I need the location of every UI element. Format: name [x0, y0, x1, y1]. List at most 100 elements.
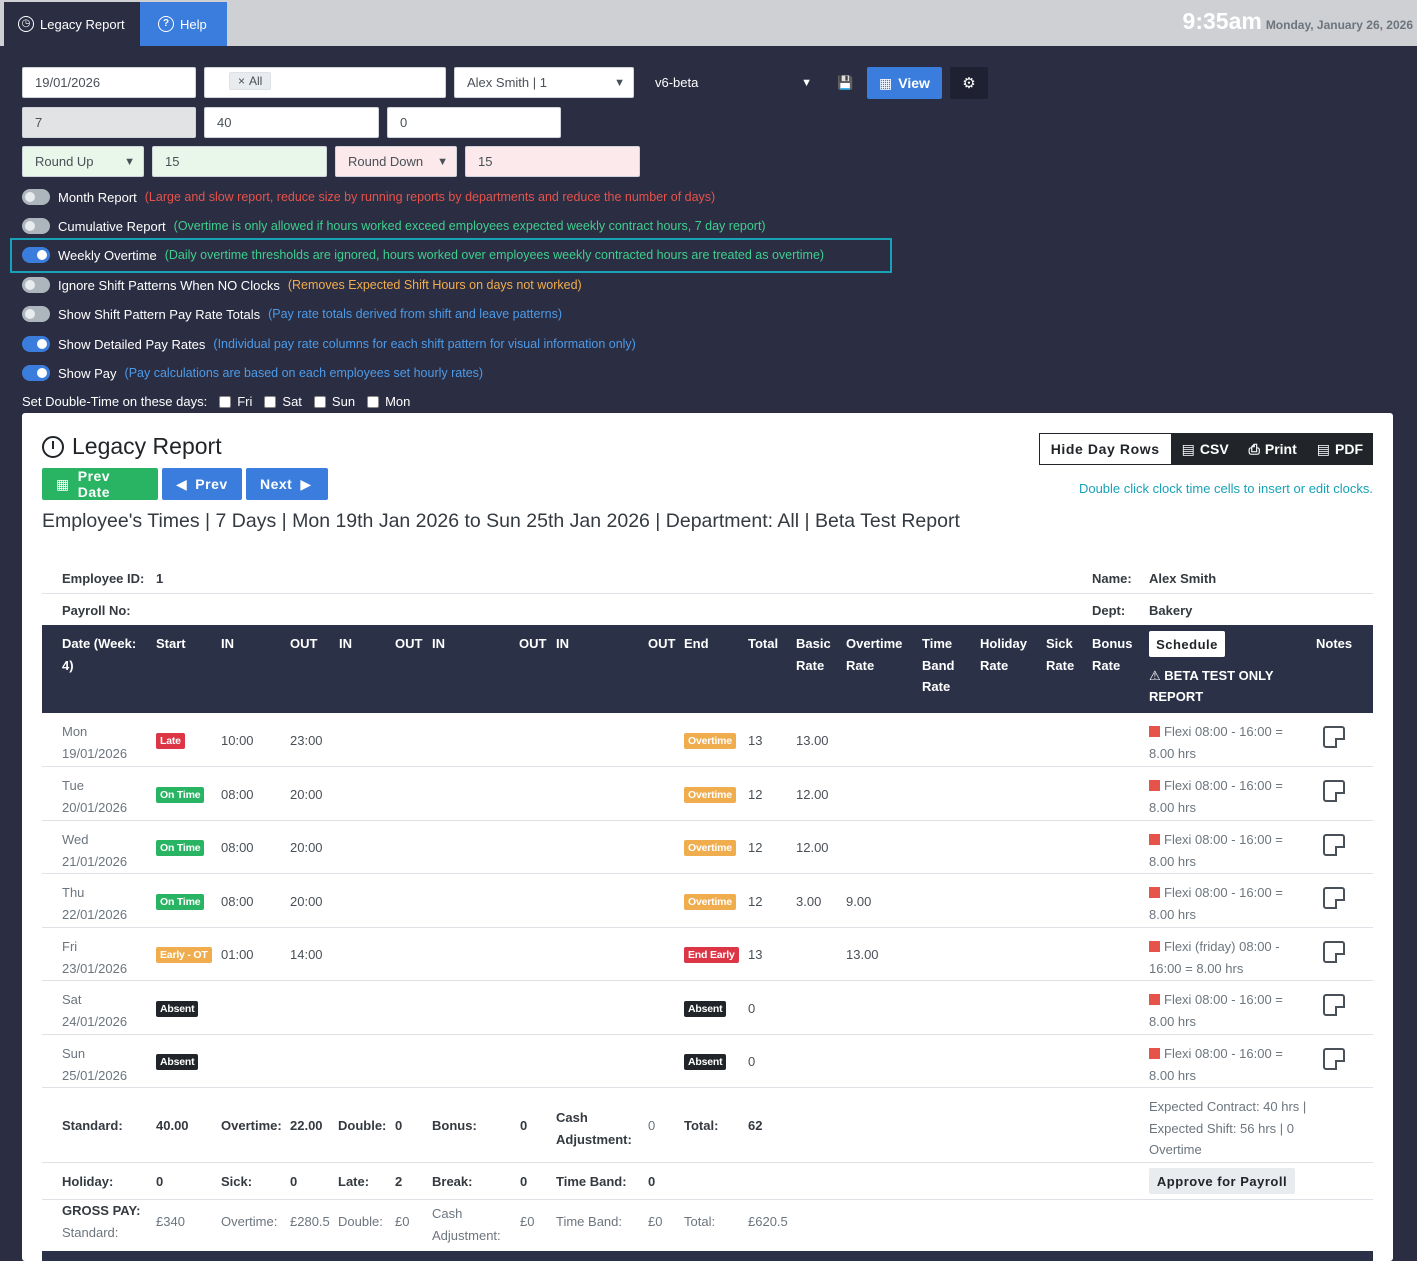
days-input[interactable]: 7	[22, 107, 196, 138]
department-chip[interactable]: × All	[229, 72, 272, 90]
toggle-switch[interactable]	[22, 218, 50, 234]
csv-label: CSV	[1199, 441, 1229, 457]
col-in: IN	[221, 636, 234, 651]
clock-out-cell[interactable]: 20:00	[290, 840, 323, 855]
pdf-icon: ▤	[1316, 440, 1330, 457]
note-icon[interactable]	[1323, 1048, 1345, 1070]
row-date: Fri 23/01/2026	[62, 936, 127, 979]
checkbox-sun[interactable]	[313, 395, 326, 408]
shift-color-marker	[1149, 941, 1160, 952]
toggle-cumulative-report[interactable]: Cumulative Report (Overtime is only allo…	[22, 215, 766, 237]
tab-legacy-report[interactable]: ◷ Legacy Report	[4, 2, 140, 46]
version-select[interactable]: v6-beta ▼	[642, 67, 821, 98]
table-row: Sun 25/01/2026 Absent Absent 0 Flexi 08:0…	[42, 1035, 1373, 1088]
hide-day-rows-label: Hide Day Rows	[1050, 441, 1160, 457]
note-icon[interactable]	[1323, 941, 1345, 963]
row-overtime-rate: 9.00	[846, 894, 872, 909]
row-day: Mon	[62, 724, 88, 739]
current-date: Monday, January 26, 2026	[1265, 18, 1413, 32]
report-title: Legacy Report	[42, 433, 222, 460]
checkbox-sat[interactable]	[264, 395, 277, 408]
row-date-value: 24/01/2026	[62, 1013, 128, 1029]
round-up-select[interactable]: Round Up ▼	[22, 146, 144, 177]
clock-in-cell[interactable]: 01:00	[221, 947, 254, 962]
row-total: 12	[748, 894, 763, 909]
toggle-shift-pattern-totals[interactable]: Show Shift Pattern Pay Rate Totals (Pay …	[22, 303, 562, 325]
table-header: Date (Week: 4) Start IN OUT IN OUT IN OU…	[42, 625, 1373, 713]
note-icon[interactable]	[1323, 887, 1345, 909]
schedule-label: Schedule	[1156, 636, 1218, 652]
clock-in-cell[interactable]: 10:00	[221, 733, 254, 748]
note-icon[interactable]	[1323, 726, 1345, 748]
start-date-input[interactable]: 19/01/2026	[22, 67, 196, 98]
clock-in-cell[interactable]: 08:00	[221, 840, 254, 855]
col-time-band-rate: Time Band Rate	[922, 636, 955, 694]
alarm-clock-icon	[42, 435, 64, 458]
row-total: 0	[748, 1001, 756, 1016]
print-button[interactable]: ⎙ Print	[1238, 433, 1307, 465]
double-value: 0	[395, 1118, 403, 1133]
employee-select[interactable]: Alex Smith | 1 ▼	[454, 67, 634, 98]
contract-hours-input[interactable]: 40	[204, 107, 379, 138]
schedule-button[interactable]: Schedule	[1149, 631, 1225, 657]
view-button[interactable]: ▦ View	[867, 67, 942, 99]
clock-in-cell[interactable]: 08:00	[221, 787, 254, 802]
row-date: Thu 22/01/2026	[62, 882, 127, 925]
col-bonus-rate: Bonus Rate	[1092, 636, 1133, 673]
note-icon[interactable]	[1323, 834, 1345, 856]
clock-out-cell[interactable]: 14:00	[290, 947, 323, 962]
toggle-show-pay[interactable]: Show Pay (Pay calculations are based on …	[22, 362, 483, 384]
approve-payroll-button[interactable]: Approve for Payroll	[1149, 1168, 1295, 1194]
third-input[interactable]: 0	[387, 107, 561, 138]
row-total: 12	[748, 787, 763, 802]
gp-overtime-label: Overtime:	[221, 1214, 278, 1229]
note-icon[interactable]	[1323, 780, 1345, 802]
shift-color-marker	[1149, 834, 1160, 845]
chip-remove-icon[interactable]: ×	[238, 74, 245, 88]
row-date-value: 22/01/2026	[62, 906, 128, 922]
question-icon: ?	[158, 16, 174, 32]
export-toolbar: Hide Day Rows ▤ CSV ⎙ Print ▤ PDF	[1038, 433, 1373, 465]
employee-info-row: Employee ID: 1 Name: Alex Smith	[42, 562, 1373, 594]
start-status-badge: On Time	[156, 894, 205, 910]
checkbox-mon[interactable]	[367, 395, 380, 408]
toggle-switch[interactable]	[22, 365, 50, 381]
checkbox-fri[interactable]	[219, 395, 232, 408]
round-down-minutes-input[interactable]: 15	[465, 146, 640, 177]
tab-help[interactable]: ? Help	[140, 2, 227, 46]
toggle-switch[interactable]	[22, 277, 50, 293]
toggle-switch[interactable]	[22, 247, 50, 263]
col-holiday-rate: Holiday Rate	[980, 636, 1027, 673]
toggle-switch[interactable]	[22, 306, 50, 322]
settings-button[interactable]: ⚙	[950, 67, 988, 99]
toggle-weekly-overtime[interactable]: Weekly Overtime (Daily overtime threshol…	[22, 244, 824, 266]
clock-in-cell[interactable]: 08:00	[221, 894, 254, 909]
hide-day-rows-button[interactable]: Hide Day Rows	[1038, 433, 1172, 465]
clock-out-cell[interactable]: 20:00	[290, 894, 323, 909]
clock-out-cell[interactable]: 23:00	[290, 733, 323, 748]
round-up-minutes-input[interactable]: 15	[152, 146, 327, 177]
col-out: OUT	[290, 636, 318, 651]
next-button[interactable]: Next ▶	[246, 468, 328, 500]
toggle-switch[interactable]	[22, 336, 50, 352]
pdf-button[interactable]: ▤ PDF	[1306, 433, 1373, 465]
toggle-switch[interactable]	[22, 189, 50, 205]
round-down-select[interactable]: Round Down ▼	[335, 146, 457, 177]
tab-help-label: Help	[180, 16, 207, 32]
prev-button[interactable]: ◀ Prev	[162, 468, 242, 500]
employee-id-label: Employee ID:	[62, 571, 145, 586]
file-icon: ▤	[1181, 440, 1195, 457]
save-icon[interactable]: 💾	[837, 75, 853, 91]
csv-button[interactable]: ▤ CSV	[1171, 433, 1239, 465]
toggle-detailed-pay-rates[interactable]: Show Detailed Pay Rates (Individual pay …	[22, 333, 636, 355]
end-status-badge: Overtime	[684, 787, 736, 803]
clock-out-cell[interactable]: 20:00	[290, 787, 323, 802]
prev-date-button[interactable]: ▦ Prev Date	[42, 468, 158, 500]
note-icon[interactable]	[1323, 994, 1345, 1016]
toggle-month-report[interactable]: Month Report (Large and slow report, red…	[22, 186, 715, 208]
department-select[interactable]: × All	[204, 67, 446, 98]
row-date: Tue 20/01/2026	[62, 775, 127, 818]
double-time-label: Set Double-Time on these days:	[22, 394, 208, 409]
third-input-value: 0	[400, 115, 408, 130]
toggle-ignore-shift-patterns[interactable]: Ignore Shift Patterns When NO Clocks (Re…	[22, 274, 582, 296]
